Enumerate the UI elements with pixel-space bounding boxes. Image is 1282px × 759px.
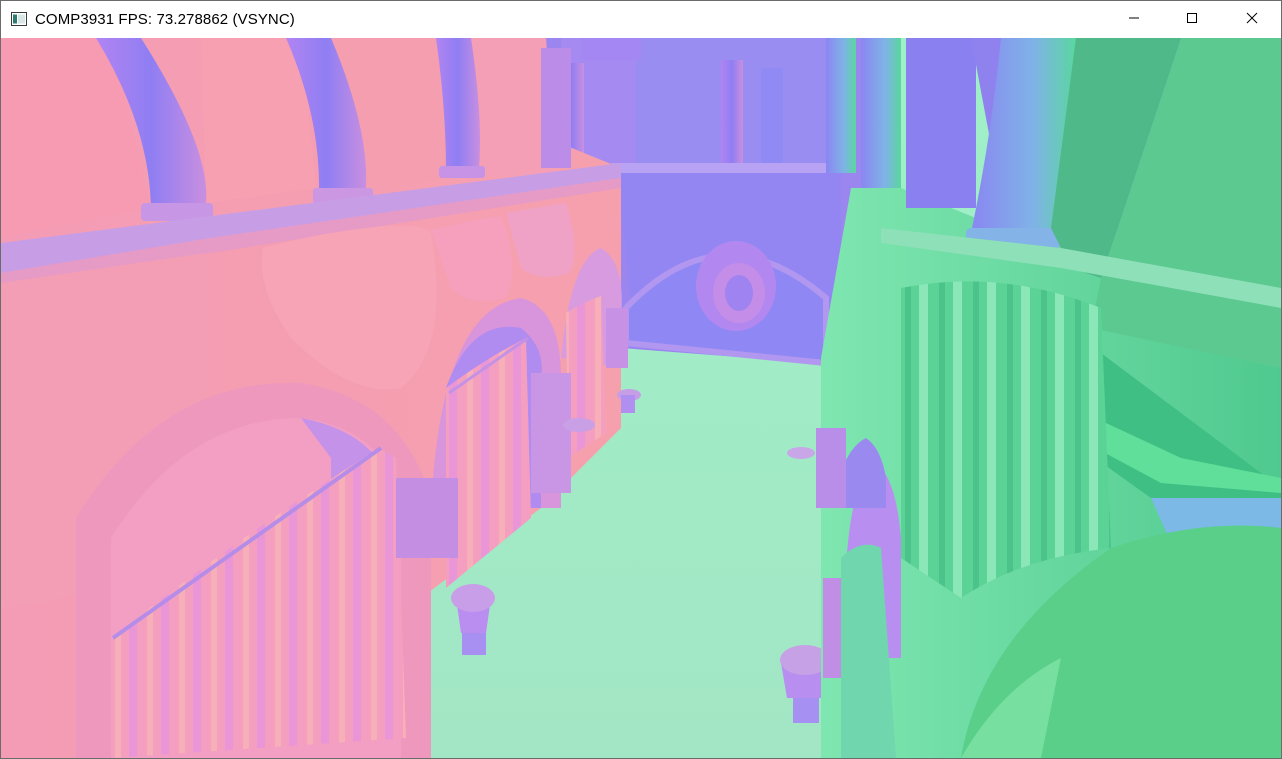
- scene-render: [1, 38, 1281, 758]
- maximize-button[interactable]: [1163, 1, 1221, 38]
- minimize-icon: [1128, 11, 1140, 29]
- title-bar[interactable]: COMP3931 FPS: 73.278862 (VSYNC): [1, 1, 1281, 38]
- app-window: COMP3931 FPS: 73.278862 (VSYNC): [0, 0, 1282, 759]
- close-icon: [1246, 11, 1258, 29]
- minimize-button[interactable]: [1105, 1, 1163, 38]
- window-title: COMP3931 FPS: 73.278862 (VSYNC): [35, 11, 295, 28]
- maximize-icon: [1186, 11, 1198, 29]
- close-button[interactable]: [1223, 1, 1281, 38]
- render-viewport[interactable]: [1, 38, 1281, 758]
- window-app-icon: [11, 12, 27, 26]
